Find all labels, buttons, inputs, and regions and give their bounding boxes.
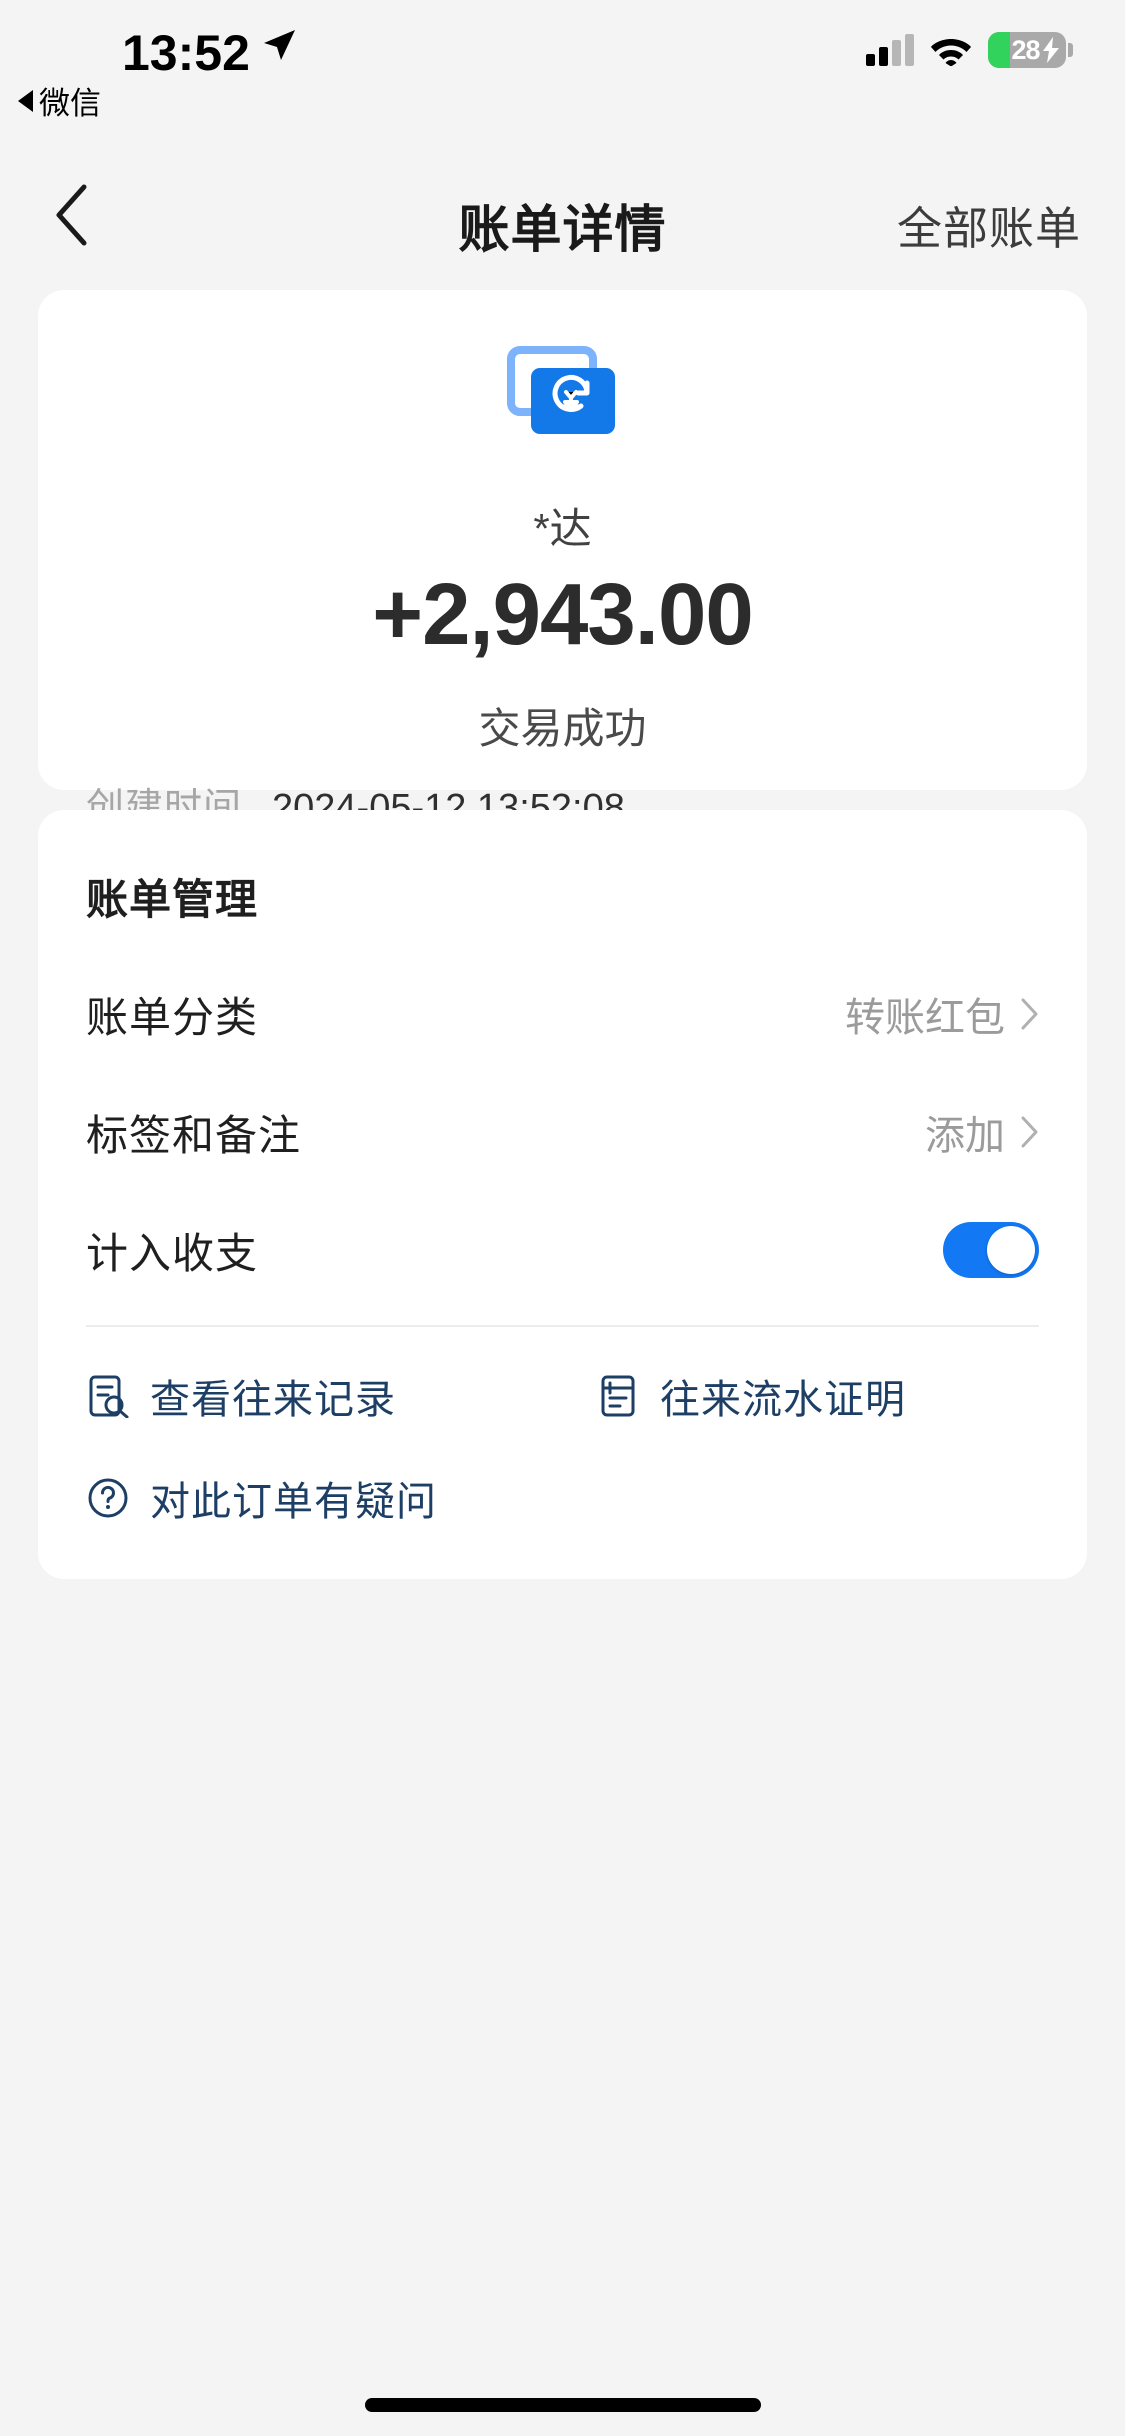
row-value-group: 添加 [925,1103,1039,1161]
phone-screen: 13:52 28 [0,0,1125,2436]
transfer-cards-icon [507,346,619,438]
action-order-question[interactable]: 对此订单有疑问 [86,1469,596,1527]
include-in-income-expense-toggle[interactable] [943,1222,1039,1278]
action-row: 对此订单有疑问 [86,1469,1039,1527]
back-triangle-icon [18,90,33,112]
back-to-app-button[interactable]: 微信 [18,78,101,123]
action-label: 往来流水证明 [660,1367,906,1425]
row-value-group: 转账红包 [845,985,1039,1043]
document-list-icon [596,1374,640,1418]
row-include-in-income-expense: 计入收支 [86,1191,1039,1309]
battery-indicator: 28 [988,32,1066,68]
location-arrow-icon [262,28,296,62]
action-links: 查看往来记录 往来流水证明 [38,1327,1087,1579]
action-view-records[interactable]: 查看往来记录 [86,1367,596,1425]
bill-management-list: 账单分类 转账红包 标签和备注 添加 计入收支 [38,955,1087,1309]
nav-bar: 账单详情 全部账单 [0,160,1125,270]
status-bar-indicators: 28 [866,32,1073,68]
action-row: 查看往来记录 往来流水证明 [86,1367,1039,1425]
row-label: 账单分类 [86,984,258,1045]
row-value: 转账红包 [845,985,1005,1043]
row-value: 添加 [925,1103,1005,1161]
bill-management-card: 账单管理 账单分类 转账红包 标签和备注 添加 [38,810,1087,1579]
document-search-icon [86,1374,130,1418]
transaction-detail-card: *达 +2,943.00 交易成功 创建时间 2024-05-12 13:52:… [38,290,1087,790]
action-transaction-certificate[interactable]: 往来流水证明 [596,1367,906,1425]
toggle-knob [987,1226,1035,1274]
battery-cap [1068,43,1073,57]
transaction-amount: +2,943.00 [38,565,1087,665]
row-label: 标签和备注 [86,1102,301,1163]
chevron-right-icon [1021,998,1039,1030]
back-app-label: 微信 [39,78,101,123]
action-label: 对此订单有疑问 [150,1469,437,1527]
home-indicator[interactable] [365,2398,761,2412]
payee-name: *达 [38,495,1087,556]
chevron-right-icon [1021,1116,1039,1148]
row-label: 计入收支 [86,1220,258,1281]
all-bills-button[interactable]: 全部账单 [897,192,1081,257]
action-label: 查看往来记录 [150,1367,396,1425]
wifi-icon [930,34,972,66]
status-bar-time: 13:52 [122,24,250,82]
status-bar: 13:52 28 [0,0,1125,118]
row-bill-category[interactable]: 账单分类 转账红包 [86,955,1039,1073]
question-circle-icon [86,1476,130,1520]
row-tags-and-notes[interactable]: 标签和备注 添加 [86,1073,1039,1191]
transaction-status: 交易成功 [38,695,1087,756]
charging-bolt-icon [1042,37,1060,63]
section-title: 账单管理 [38,810,1087,927]
cellular-signal-icon [866,34,914,66]
